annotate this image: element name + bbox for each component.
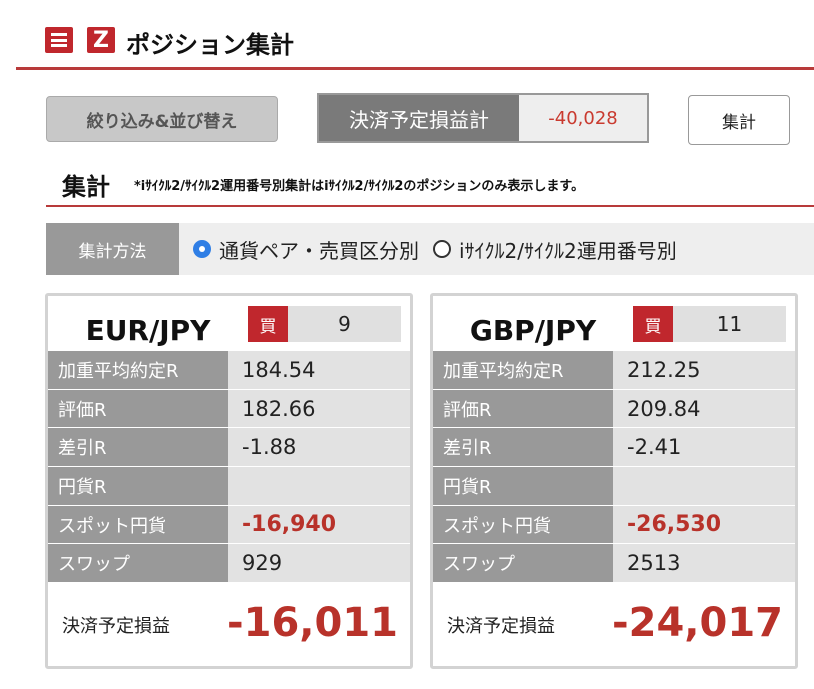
detail-value: 184.54 <box>228 351 410 389</box>
menu-icon[interactable] <box>45 27 73 53</box>
radio-unselected-icon[interactable] <box>433 240 451 258</box>
detail-label: 差引R <box>48 428 228 467</box>
detail-value: 209.84 <box>613 389 795 428</box>
radio-selected-icon[interactable] <box>193 240 211 258</box>
aggregation-method-row: 集計方法 通貨ペア・売買区分別 iｻｲｸﾙ2/ｻｲｸﾙ2運用番号別 <box>46 223 814 275</box>
page-title: ポジション集計 <box>126 31 294 59</box>
detail-value: -26,530 <box>613 505 795 544</box>
settlement-pl-label: 決済予定損益 <box>447 616 555 637</box>
detail-label: 加重平均約定R <box>48 351 228 389</box>
detail-value <box>613 467 795 505</box>
aggregate-button[interactable]: 集計 <box>688 95 790 145</box>
section-title: 集計 <box>62 173 110 201</box>
position-details: 加重平均約定R 184.54 評価R 182.66 差引R -1.88 円貨R スポッ… <box>48 351 410 584</box>
lot-count: 9 <box>288 306 401 342</box>
detail-row: スワップ 2513 <box>433 544 795 584</box>
position-card: GBP/JPY 買 11 加重平均約定R 212.25 評価R 209.84 差引R… <box>430 293 798 669</box>
detail-value: 929 <box>228 544 410 583</box>
detail-label: 差引R <box>433 428 613 467</box>
detail-label: 評価R <box>433 389 613 428</box>
radio-by-cycle-label: iｻｲｸﾙ2/ｻｲｸﾙ2運用番号別 <box>459 238 677 263</box>
radio-by-pair-label: 通貨ペア・売買区分別 <box>219 238 419 263</box>
settlement-pl-label: 決済予定損益 <box>62 616 170 637</box>
aggregation-method-label: 集計方法 <box>46 223 179 275</box>
detail-label: スワップ <box>433 544 613 583</box>
settlement-pl-value: -24,017 <box>612 600 783 646</box>
detail-label: スポット円貨 <box>48 505 228 544</box>
currency-pair: EUR/JPY <box>85 314 211 347</box>
filter-sort-button[interactable]: 絞り込み&並び替え <box>46 96 278 142</box>
detail-label: 加重平均約定R <box>433 351 613 389</box>
detail-row: スポット円貨 -26,530 <box>433 505 795 545</box>
detail-label: 評価R <box>48 389 228 428</box>
detail-value: 182.66 <box>228 389 410 428</box>
detail-value <box>228 467 410 505</box>
detail-label: スポット円貨 <box>433 505 613 544</box>
radio-by-pair[interactable]: 通貨ペア・売買区分別 <box>193 235 419 264</box>
radio-by-cycle[interactable]: iｻｲｸﾙ2/ｻｲｸﾙ2運用番号別 <box>433 235 677 264</box>
total-pl-value: -40,028 <box>519 95 647 141</box>
detail-value: -2.41 <box>613 428 795 467</box>
position-details: 加重平均約定R 212.25 評価R 209.84 差引R -2.41 円貨R スポッ… <box>433 351 795 584</box>
detail-row: スワップ 929 <box>48 544 410 584</box>
side-badge: 買 <box>248 306 288 342</box>
detail-row: 差引R -1.88 <box>48 428 410 468</box>
detail-label: スワップ <box>48 544 228 583</box>
detail-row: 加重平均約定R 212.25 <box>433 351 795 390</box>
lot-count: 11 <box>673 306 786 342</box>
detail-value: 2513 <box>613 544 795 583</box>
detail-row: 評価R 182.66 <box>48 389 410 429</box>
detail-row: 円貨R <box>433 467 795 506</box>
detail-value: -1.88 <box>228 428 410 467</box>
detail-row: 差引R -2.41 <box>433 428 795 468</box>
section-divider <box>46 205 814 207</box>
currency-pair: GBP/JPY <box>469 314 597 347</box>
total-pl-box: 決済予定損益計 -40,028 <box>317 93 649 143</box>
detail-row: 加重平均約定R 184.54 <box>48 351 410 390</box>
detail-row: スポット円貨 -16,940 <box>48 505 410 545</box>
side-badge: 買 <box>633 306 673 342</box>
z-logo-icon: Z <box>87 27 115 53</box>
detail-row: 円貨R <box>48 467 410 506</box>
detail-label: 円貨R <box>433 467 613 505</box>
detail-label: 円貨R <box>48 467 228 505</box>
title-divider <box>16 67 814 70</box>
detail-value: -16,940 <box>228 505 410 544</box>
settlement-pl-value: -16,011 <box>227 600 398 646</box>
position-card: EUR/JPY 買 9 加重平均約定R 184.54 評価R 182.66 差引R -… <box>45 293 413 669</box>
section-note: *iｻｲｸﾙ2/ｻｲｸﾙ2運用番号別集計はiｻｲｸﾙ2/ｻｲｸﾙ2のポジションの… <box>134 179 585 194</box>
detail-row: 評価R 209.84 <box>433 389 795 429</box>
detail-value: 212.25 <box>613 351 795 389</box>
total-pl-label: 決済予定損益計 <box>319 95 519 141</box>
